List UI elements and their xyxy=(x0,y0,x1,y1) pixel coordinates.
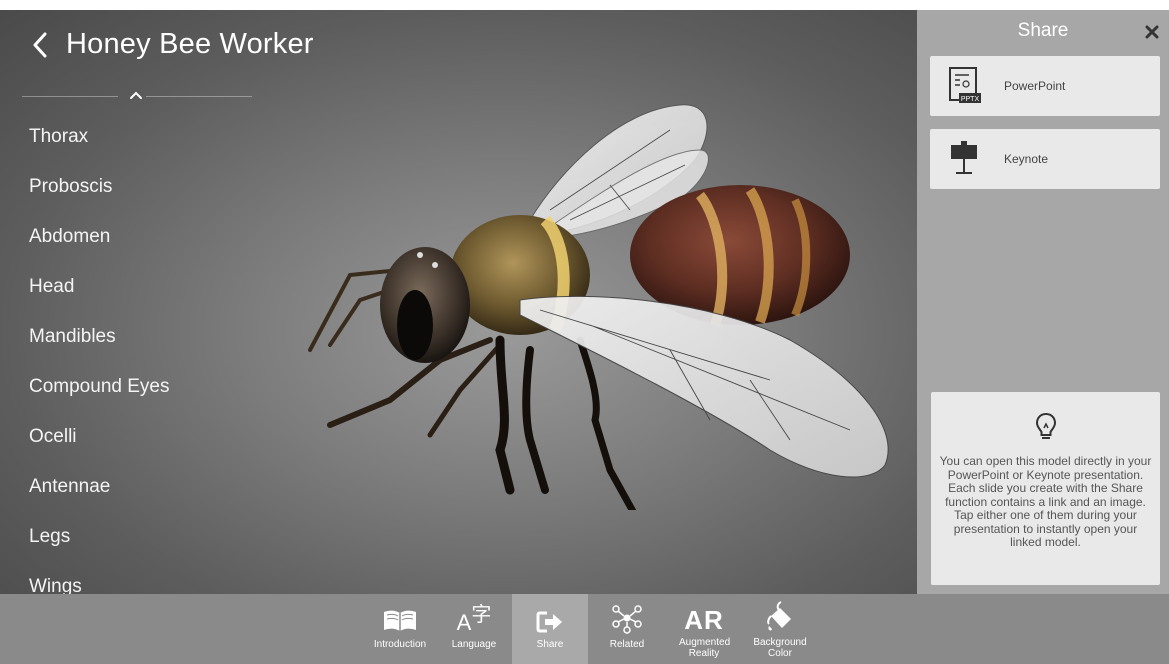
language-icon: A 字 xyxy=(436,594,512,634)
book-icon xyxy=(384,610,416,631)
toolbar-background-color-label: Background Color xyxy=(753,637,807,659)
toolbar-share-label: Share xyxy=(536,639,564,650)
keynote-label: Keynote xyxy=(1004,152,1049,166)
pptx-badge: PPTX xyxy=(961,96,980,103)
model-viewer[interactable]: Honey Bee Worker Thorax Proboscis Abdome… xyxy=(0,10,917,594)
toolbar-background-color[interactable]: Background Color xyxy=(742,594,818,664)
toolbar-introduction-label: Introduction xyxy=(373,639,427,650)
chevron-left-icon xyxy=(33,32,47,57)
list-item-mandibles[interactable]: Mandibles xyxy=(29,322,169,372)
bee-3d-model[interactable] xyxy=(290,90,910,510)
divider-line-left xyxy=(22,96,118,97)
divider-line-right xyxy=(146,96,252,97)
toolbar-related[interactable]: Related xyxy=(589,594,665,664)
ar-icon: AR xyxy=(666,594,742,634)
keynote-icon xyxy=(944,139,984,179)
app-window: Honey Bee Worker Thorax Proboscis Abdome… xyxy=(0,10,1169,664)
share-powerpoint-button[interactable]: PPTX PowerPoint xyxy=(930,56,1160,116)
ar-glyph: AR xyxy=(684,605,724,635)
share-tip-text: You can open this model directly in your… xyxy=(939,454,1152,549)
toolbar-augmented-reality[interactable]: AR Augmented Reality xyxy=(666,594,742,664)
list-item-antennae[interactable]: Antennae xyxy=(29,472,169,522)
chevron-up-icon[interactable] xyxy=(128,88,144,102)
list-item-abdomen[interactable]: Abdomen xyxy=(29,222,169,272)
toolbar-related-label: Related xyxy=(609,639,645,650)
share-keynote-button[interactable]: Keynote xyxy=(930,129,1160,189)
list-item-compound-eyes[interactable]: Compound Eyes xyxy=(29,372,169,422)
powerpoint-label: PowerPoint xyxy=(1004,79,1066,93)
toolbar-language[interactable]: A 字 Language xyxy=(436,594,512,664)
header: Honey Bee Worker xyxy=(28,28,314,61)
paint-bucket-icon xyxy=(767,601,791,631)
share-panel-title: Share xyxy=(1017,20,1069,41)
share-tip-box: You can open this model directly in your… xyxy=(931,392,1160,585)
powerpoint-icon: PPTX xyxy=(944,66,984,106)
list-item-thorax[interactable]: Thorax xyxy=(29,122,169,172)
toolbar-share[interactable]: Share xyxy=(512,594,588,664)
share-panel: Share PPTX PowerPoint Keynote You can op… xyxy=(917,10,1169,594)
parts-list-divider xyxy=(22,91,252,106)
lightbulb-icon xyxy=(1035,412,1056,439)
language-glyph-b: 字 xyxy=(471,604,492,626)
language-glyph-a: A xyxy=(456,610,472,635)
toolbar-language-label: Language xyxy=(451,639,497,650)
back-button[interactable] xyxy=(28,29,52,61)
list-item-proboscis[interactable]: Proboscis xyxy=(29,172,169,222)
toolbar-introduction[interactable]: Introduction xyxy=(362,594,438,664)
toolbar-augmented-reality-label: Augmented Reality xyxy=(679,637,731,659)
close-icon xyxy=(1145,25,1159,39)
page-title: Honey Bee Worker xyxy=(66,28,314,60)
close-button[interactable] xyxy=(1145,20,1163,42)
list-item-wings[interactable]: Wings xyxy=(29,572,169,594)
list-item-head[interactable]: Head xyxy=(29,272,169,322)
list-item-legs[interactable]: Legs xyxy=(29,522,169,572)
bottom-toolbar: Introduction A 字 Language Share Related … xyxy=(0,594,1169,664)
list-item-ocelli[interactable]: Ocelli xyxy=(29,422,169,472)
related-icon xyxy=(612,605,642,634)
parts-list: Thorax Proboscis Abdomen Head Mandibles … xyxy=(29,122,169,594)
share-icon xyxy=(536,611,562,633)
